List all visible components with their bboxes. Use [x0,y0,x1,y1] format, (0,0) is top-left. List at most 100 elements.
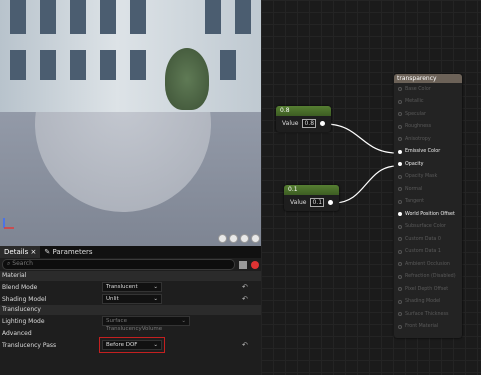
input-label: Roughness [405,124,432,130]
reset-arrow-icon[interactable]: ↶ [242,295,248,303]
reset-arrow-icon[interactable]: ↶ [242,341,248,349]
input-label: Opacity [405,161,424,167]
material-input-pin-row[interactable]: Custom Data 1 [394,246,462,259]
material-input-pin-row[interactable]: Shading Model [394,296,462,309]
input-pin-icon[interactable] [398,162,402,167]
input-pin-icon[interactable] [398,174,402,179]
row-blend-mode: Blend Mode Translucent ⌄ ↶ [0,281,261,293]
pencil-icon: ✎ [44,248,51,256]
category-translucency[interactable]: Translucency [0,305,261,315]
material-input-pin-row[interactable]: Front Material [394,321,462,334]
material-input-pin-row[interactable]: Pixel Depth Offset [394,283,462,296]
plane-preview-icon[interactable] [240,234,249,243]
row-lighting-mode: Lighting Mode Surface TranslucencyVolume… [0,315,261,332]
material-input-pin-row[interactable]: Opacity Mask [394,171,462,184]
input-label: Shading Model [405,299,441,305]
node-title: 0.8 [276,106,331,116]
input-pin-icon[interactable] [398,187,402,192]
tree [165,48,209,110]
material-input-pin-row[interactable]: Roughness [394,121,462,134]
material-input-pin-row[interactable]: Subsurface Color [394,221,462,234]
input-pin-icon[interactable] [398,137,402,142]
details-panel: Details × ✎ Parameters ⌕ Search Material… [0,246,261,375]
material-input-pin-row[interactable]: Surface Thickness [394,308,462,321]
settings-gear-icon[interactable] [251,260,259,269]
search-input[interactable]: ⌕ Search [2,259,235,270]
building-window [235,0,251,34]
viewport[interactable] [0,0,261,246]
category-material[interactable]: Material [0,271,261,281]
material-input-pin-row[interactable]: Ambient Occlusion [394,258,462,271]
material-input-pin-row[interactable]: Refraction (Disabled) [394,271,462,284]
input-label: Subsurface Color [405,224,446,230]
node-value-row: Value 0.1 [284,195,339,210]
building-window [205,0,221,34]
material-input-pin-row[interactable]: Tangent [394,196,462,209]
input-pin-icon[interactable] [398,199,402,204]
sphere-preview-icon[interactable] [218,234,227,243]
input-pin-icon[interactable] [398,274,402,279]
value-label: Value [290,199,307,206]
input-label: Base Color [405,86,431,92]
constant-node-0-8[interactable]: 0.8 Value 0.8 [276,106,331,132]
input-pin-icon[interactable] [398,312,402,317]
lighting-mode-label: Lighting Mode [2,317,45,325]
material-input-pin-row[interactable]: Opacity [394,158,462,171]
shading-model-dropdown[interactable]: Unlit ⌄ [102,294,162,304]
lighting-mode-dropdown[interactable]: Surface TranslucencyVolume ⌄ [102,316,190,332]
input-pin-icon[interactable] [398,112,402,117]
material-input-pin-row[interactable]: Base Color [394,83,462,96]
translucency-pass-dropdown[interactable]: Before DOF ⌄ [99,337,165,353]
value-field[interactable]: 0.8 [302,119,317,128]
output-pin[interactable] [320,121,325,126]
input-label: Ambient Occlusion [405,261,450,267]
blend-mode-dropdown[interactable]: Translucent ⌄ [102,282,162,292]
input-pin-icon[interactable] [398,249,402,254]
value-field[interactable]: 0.1 [310,198,325,207]
input-label: World Position Offset [405,211,455,217]
input-pin-icon[interactable] [398,212,402,217]
tab-details[interactable]: Details × [0,246,41,258]
viewport-toolbar [218,234,261,243]
building-window [100,50,116,80]
input-pin-icon[interactable] [398,262,402,267]
input-label: Opacity Mask [405,174,438,180]
input-pin-icon[interactable] [398,87,402,92]
close-icon[interactable]: × [31,248,37,256]
material-input-pin-row[interactable]: Anisotropy [394,133,462,146]
input-pin-icon[interactable] [398,99,402,104]
search-row: ⌕ Search [0,258,261,271]
material-input-pin-row[interactable]: Emissive Color [394,146,462,159]
cylinder-preview-icon[interactable] [229,234,238,243]
input-pin-icon[interactable] [398,224,402,229]
input-pin-icon[interactable] [398,324,402,329]
grid-view-icon[interactable] [239,260,247,269]
value-label: Value [282,120,299,127]
row-translucency-pass: Translucency Pass Before DOF ⌄ ↶ [0,337,261,353]
input-pin-icon[interactable] [398,149,402,154]
tab-parameters[interactable]: ✎ Parameters [40,246,96,258]
reset-arrow-icon[interactable]: ↶ [242,283,248,291]
material-graph[interactable]: 0.8 Value 0.8 0.1 Value 0.1 transparency B… [261,0,481,375]
input-pin-icon[interactable] [398,299,402,304]
building-window [220,50,236,80]
material-input-pin-row[interactable]: Normal [394,183,462,196]
material-input-pin-row[interactable]: World Position Offset [394,208,462,221]
building-window [130,0,146,34]
material-input-pin-row[interactable]: Specular [394,108,462,121]
input-pin-icon[interactable] [398,287,402,292]
material-input-pin-row[interactable]: Custom Data 0 [394,233,462,246]
cube-preview-icon[interactable] [251,234,260,243]
input-label: Custom Data 1 [405,249,441,255]
input-label: Surface Thickness [405,311,449,317]
input-pin-icon[interactable] [398,124,402,129]
search-icon: ⌕ [7,260,11,267]
building-window [40,0,56,34]
input-pin-icon[interactable] [398,237,402,242]
output-pin[interactable] [328,200,333,205]
material-result-node[interactable]: transparency Base Color Metallic Specular R… [394,74,462,338]
constant-node-0-1[interactable]: 0.1 Value 0.1 [284,185,339,211]
blend-mode-label: Blend Mode [2,283,38,291]
shading-model-label: Shading Model [2,295,47,303]
material-input-pin-row[interactable]: Metallic [394,96,462,109]
